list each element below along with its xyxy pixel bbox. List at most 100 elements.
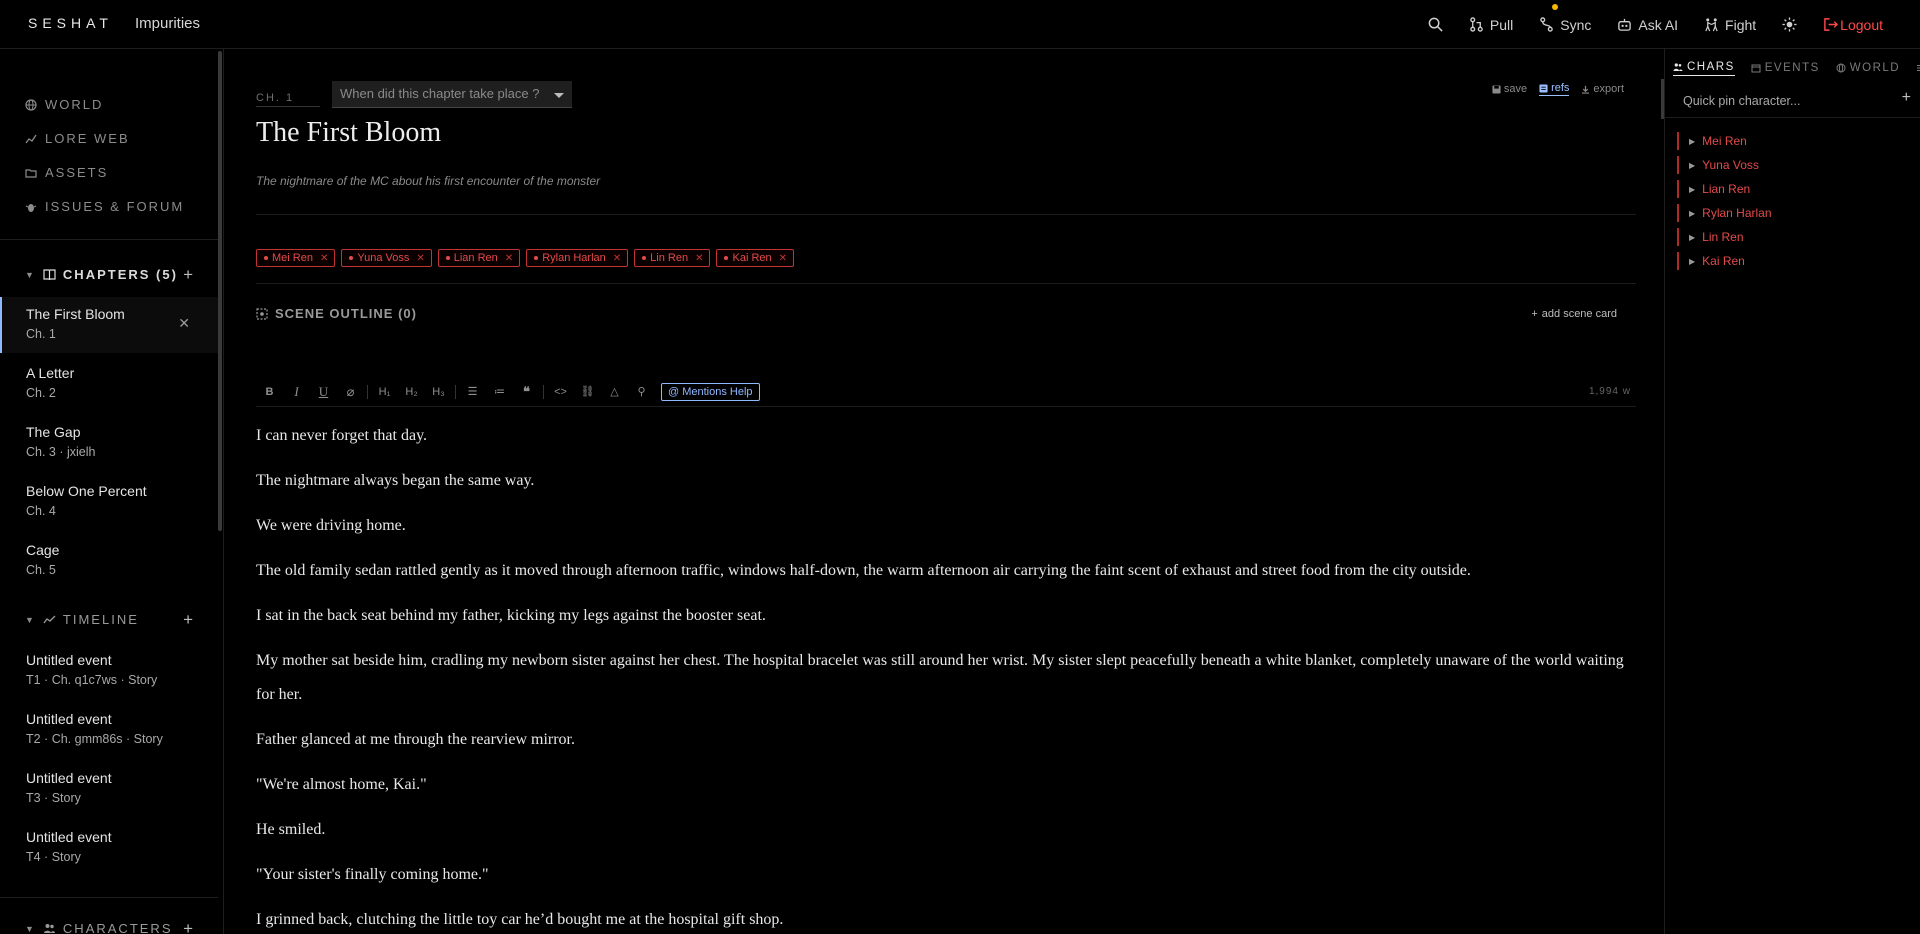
character-tag[interactable]: Yuna Voss ✕ (341, 249, 432, 267)
chapter-item[interactable]: Cage Ch. 5 (0, 533, 218, 589)
code-button[interactable]: <> (547, 386, 574, 398)
event-item[interactable]: Untitled event T4 · Story (0, 820, 218, 876)
chapter-meta: Ch. 4 (26, 504, 56, 518)
pinned-character-name: Lian Ren (1702, 182, 1751, 196)
pinned-character[interactable]: ▶ Kai Ren (1677, 252, 1745, 270)
dot-icon (349, 256, 354, 260)
heading2-button[interactable]: H₂ (398, 386, 425, 398)
sync-button[interactable]: Sync (1539, 3, 1592, 33)
project-name[interactable]: Impurities (135, 15, 200, 32)
nav-lore-web-label: LORE WEB (45, 131, 130, 146)
location-pin-button[interactable]: ⚲ (628, 385, 655, 398)
sync-icon (1539, 17, 1554, 32)
add-scene-card-label: add scene card (1541, 308, 1617, 320)
heading1-button[interactable]: H₁ (371, 386, 398, 398)
chapter-body-editor[interactable]: I can never forget that day. The nightma… (256, 419, 1646, 934)
character-tag[interactable]: Lian Ren ✕ (437, 249, 521, 267)
chapter-date-select[interactable]: When did this chapter take place ? (332, 81, 572, 108)
pinned-character[interactable]: ▶ Lin Ren (1677, 228, 1744, 246)
chapter-summary-input[interactable]: The nightmare of the MC about his first … (256, 174, 600, 188)
chapters-section-header[interactable]: ▼ CHAPTERS (5) + (25, 265, 195, 285)
scene-outline-label: SCENE OUTLINE (0) (275, 306, 417, 321)
tab-world[interactable]: WORLD (1836, 61, 1900, 76)
close-icon[interactable]: ✕ (416, 253, 424, 264)
search-button[interactable] (1428, 17, 1443, 32)
add-chapter-button[interactable]: + (183, 265, 195, 285)
chapter-meta: Ch. 2 (26, 386, 56, 400)
link-button[interactable]: ⛓ (574, 385, 601, 398)
nav-issues-forum[interactable]: ISSUES & FORUM (25, 199, 184, 214)
pinned-character[interactable]: ▶ Rylan Harlan (1677, 204, 1772, 222)
quote-button[interactable]: ❝ (513, 384, 540, 400)
close-icon[interactable]: ✕ (695, 253, 703, 264)
bold-button[interactable]: B (256, 386, 283, 398)
scene-icon (256, 307, 268, 320)
strikethrough-button[interactable]: ⌀ (337, 384, 364, 400)
sync-label: Sync (1560, 16, 1592, 33)
add-pin-button[interactable]: + (1902, 89, 1911, 107)
characters-section-header[interactable]: ▼ CHARACTERS + (25, 919, 195, 934)
character-tag[interactable]: Kai Ren ✕ (716, 249, 795, 267)
paragraph: We were driving home. (256, 517, 406, 534)
sync-status-dot (1552, 3, 1559, 10)
tab-more[interactable] (1916, 61, 1920, 76)
tab-chars[interactable]: CHARS (1673, 61, 1735, 76)
chapter-meta: Ch. 3 · jxielh (26, 445, 96, 459)
close-icon[interactable]: ✕ (320, 253, 328, 264)
text-color-button[interactable]: △ (601, 385, 628, 398)
event-item[interactable]: Untitled event T3 · Story (0, 761, 218, 817)
character-tag[interactable]: Mei Ren ✕ (256, 249, 336, 267)
ask-ai-button[interactable]: Ask AI (1617, 17, 1678, 33)
fight-button[interactable]: Fight (1704, 17, 1756, 33)
pinned-character[interactable]: ▶ Yuna Voss (1677, 156, 1759, 174)
underline-button[interactable]: U (310, 384, 337, 400)
editor-actions: save refs export (1492, 82, 1624, 96)
bullet-list-button[interactable]: ☰ (459, 385, 486, 398)
pinned-character-name: Rylan Harlan (1702, 206, 1772, 220)
italic-button[interactable]: I (283, 384, 310, 400)
chapter-item[interactable]: Below One Percent Ch. 4 (0, 474, 218, 530)
chevron-right-icon: ▶ (1689, 208, 1696, 218)
close-icon[interactable]: ✕ (505, 253, 513, 264)
chapter-title-input[interactable]: The First Bloom (256, 117, 441, 149)
ordered-list-button[interactable]: ≔ (486, 385, 513, 398)
chapter-item[interactable]: A Letter Ch. 2 (0, 356, 218, 412)
graph-icon (25, 133, 37, 145)
timeline-section-header[interactable]: ▼ TIMELINE + (25, 610, 195, 630)
close-icon[interactable]: ✕ (613, 253, 621, 264)
export-button[interactable]: export (1581, 82, 1624, 96)
mentions-help-button[interactable]: @ Mentions Help (661, 382, 760, 401)
timeline-icon (43, 613, 56, 626)
close-icon[interactable]: ✕ (178, 315, 190, 332)
sidebar-divider (0, 897, 218, 898)
close-icon[interactable]: ✕ (779, 253, 787, 264)
character-tag-label: Lian Ren (453, 252, 498, 264)
logout-button[interactable]: Logout (1823, 17, 1883, 33)
chapter-meta: Ch. 5 (26, 563, 56, 577)
tab-events[interactable]: EVENTS (1751, 61, 1820, 76)
save-button[interactable]: save (1492, 82, 1527, 96)
refs-button[interactable]: refs (1539, 82, 1570, 96)
app-logo[interactable]: SESHAT (28, 15, 113, 31)
chapter-item[interactable]: The First Bloom Ch. 1 ✕ (0, 297, 218, 353)
event-item[interactable]: Untitled event T2 · Ch. gmm86s · Story (0, 702, 218, 758)
nav-world[interactable]: WORLD (25, 97, 103, 112)
add-event-button[interactable]: + (183, 610, 195, 630)
add-scene-card-button[interactable]: + add scene card (1531, 308, 1617, 320)
nav-assets[interactable]: ASSETS (25, 165, 108, 180)
right-panel: CHARS EVENTS WORLD + ▶ Mei Ren ▶ Yuna Voss… (1664, 49, 1920, 934)
pinned-character[interactable]: ▶ Mei Ren (1677, 132, 1747, 150)
heading3-button[interactable]: H₃ (425, 386, 452, 398)
chapter-item[interactable]: The Gap Ch. 3 · jxielh (0, 415, 218, 471)
event-item[interactable]: Untitled event T1 · Ch. q1c7ws · Story (0, 643, 218, 699)
quick-pin-input[interactable] (1681, 90, 1891, 112)
pinned-character[interactable]: ▶ Lian Ren (1677, 180, 1750, 198)
pull-button[interactable]: Pull (1469, 17, 1513, 33)
theme-toggle[interactable] (1782, 17, 1797, 32)
sidebar-scrollbar[interactable] (218, 51, 222, 531)
character-tag[interactable]: Lin Ren ✕ (634, 249, 711, 267)
scene-outline-header[interactable]: SCENE OUTLINE (0) (256, 306, 417, 321)
character-tag[interactable]: Rylan Harlan ✕ (526, 249, 629, 267)
nav-lore-web[interactable]: LORE WEB (25, 131, 130, 146)
add-character-button[interactable]: + (183, 919, 195, 934)
